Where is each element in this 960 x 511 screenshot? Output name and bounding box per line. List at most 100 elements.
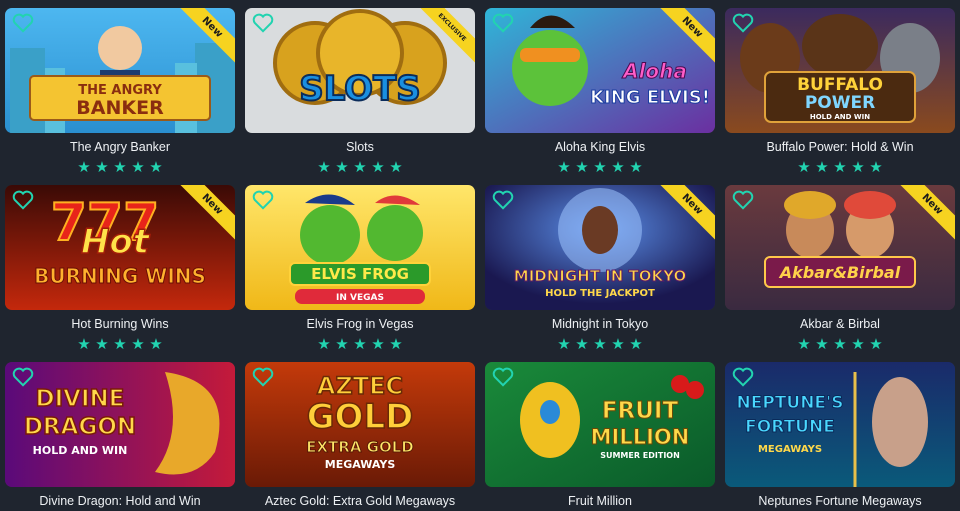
game-card[interactable]: MIDNIGHT IN TOKYO HOLD THE JACKPOT New M… bbox=[485, 185, 715, 353]
game-card[interactable]: Akbar&Birbal New Akbar & Birbal ★ ★ ★ ★ ★ bbox=[725, 185, 955, 353]
game-title[interactable]: Hot Burning Wins bbox=[5, 316, 235, 332]
star-icon: ★ bbox=[815, 336, 829, 353]
art-line1: BUFFALO bbox=[797, 75, 883, 95]
game-title[interactable]: Elvis Frog in Vegas bbox=[245, 316, 475, 332]
game-title[interactable]: Fruit Million bbox=[485, 493, 715, 509]
heart-outline-icon[interactable] bbox=[732, 190, 754, 210]
game-card[interactable]: 777 Hot BURNING WINS New Hot Burning Win… bbox=[5, 185, 235, 353]
game-title[interactable]: The Angry Banker bbox=[5, 139, 235, 155]
star-icon: ★ bbox=[797, 336, 811, 353]
star-icon: ★ bbox=[575, 159, 589, 176]
heart-outline-icon[interactable] bbox=[252, 367, 274, 387]
heart-outline-icon[interactable] bbox=[492, 13, 514, 33]
heart-outline-icon[interactable] bbox=[732, 367, 754, 387]
game-title[interactable]: Divine Dragon: Hold and Win bbox=[5, 493, 235, 509]
art-line1: SLOTS bbox=[299, 69, 421, 109]
game-card[interactable]: AZTEC GOLD EXTRA GOLD MEGAWAYS Aztec Gol… bbox=[245, 362, 475, 509]
star-icon: ★ bbox=[131, 159, 145, 176]
game-thumbnail[interactable]: MIDNIGHT IN TOKYO HOLD THE JACKPOT New bbox=[485, 185, 715, 310]
game-thumbnail[interactable]: ELVIS FROG IN VEGAS bbox=[245, 185, 475, 310]
game-art: NEPTUNE'S FORTUNE MEGAWAYS bbox=[725, 362, 955, 487]
art-line2: HOLD THE JACKPOT bbox=[545, 288, 655, 299]
star-icon: ★ bbox=[371, 159, 385, 176]
star-icon: ★ bbox=[149, 336, 163, 353]
game-thumbnail[interactable]: DIVINE DRAGON HOLD AND WIN bbox=[5, 362, 235, 487]
star-icon: ★ bbox=[611, 159, 625, 176]
heart-outline-icon[interactable] bbox=[12, 190, 34, 210]
star-icon: ★ bbox=[95, 159, 109, 176]
game-title[interactable]: Neptunes Fortune Megaways bbox=[725, 493, 955, 509]
art-line1: Akbar&Birbal bbox=[778, 263, 901, 282]
rating-stars: ★ ★ ★ ★ ★ bbox=[485, 337, 715, 353]
game-thumbnail[interactable]: AZTEC GOLD EXTRA GOLD MEGAWAYS bbox=[245, 362, 475, 487]
star-icon: ★ bbox=[335, 336, 349, 353]
art-line2: DRAGON bbox=[24, 414, 136, 440]
art-line2: BANKER bbox=[76, 97, 164, 119]
star-icon: ★ bbox=[869, 336, 883, 353]
game-thumbnail[interactable]: BUFFALO POWER HOLD AND WIN bbox=[725, 8, 955, 133]
art-line1: NEPTUNE'S bbox=[737, 393, 844, 413]
game-title[interactable]: Midnight in Tokyo bbox=[485, 316, 715, 332]
art-line3: SUMMER EDITION bbox=[600, 451, 680, 460]
game-thumbnail[interactable]: SLOTS EXCLUSIVE bbox=[245, 8, 475, 133]
star-icon: ★ bbox=[335, 159, 349, 176]
new-badge: New bbox=[173, 185, 235, 247]
game-card[interactable]: SLOTS EXCLUSIVE Slots ★ ★ ★ ★ ★ bbox=[245, 8, 475, 176]
art-line3: MEGAWAYS bbox=[758, 444, 822, 455]
heart-outline-icon[interactable] bbox=[492, 190, 514, 210]
game-grid: THE ANGRY BANKER New The Angry Banker ★ ★… bbox=[0, 0, 960, 511]
art-line1: AZTEC bbox=[317, 372, 403, 400]
star-icon: ★ bbox=[629, 336, 643, 353]
star-icon: ★ bbox=[149, 159, 163, 176]
game-thumbnail[interactable]: 777 Hot BURNING WINS New bbox=[5, 185, 235, 310]
heart-outline-icon[interactable] bbox=[732, 13, 754, 33]
game-title[interactable]: Slots bbox=[245, 139, 475, 155]
new-badge: New bbox=[893, 185, 955, 247]
star-icon: ★ bbox=[317, 336, 331, 353]
star-icon: ★ bbox=[113, 336, 127, 353]
star-icon: ★ bbox=[389, 336, 403, 353]
game-card[interactable]: THE ANGRY BANKER New The Angry Banker ★ ★… bbox=[5, 8, 235, 176]
new-badge: New bbox=[653, 185, 715, 247]
game-thumbnail[interactable]: Akbar&Birbal New bbox=[725, 185, 955, 310]
game-thumbnail[interactable]: Aloha KING ELVIS! New bbox=[485, 8, 715, 133]
game-thumbnail[interactable]: NEPTUNE'S FORTUNE MEGAWAYS bbox=[725, 362, 955, 487]
game-art: FRUIT MILLION SUMMER EDITION bbox=[485, 362, 715, 487]
game-title[interactable]: Aloha King Elvis bbox=[485, 139, 715, 155]
game-art: DIVINE DRAGON HOLD AND WIN bbox=[5, 362, 235, 487]
rating-stars: ★ ★ ★ ★ ★ bbox=[245, 160, 475, 176]
heart-outline-icon[interactable] bbox=[12, 367, 34, 387]
star-icon: ★ bbox=[95, 336, 109, 353]
game-art: AZTEC GOLD EXTRA GOLD MEGAWAYS bbox=[245, 362, 475, 487]
rating-stars: ★ ★ ★ ★ ★ bbox=[5, 160, 235, 176]
game-card[interactable]: Aloha KING ELVIS! New Aloha King Elvis ★… bbox=[485, 8, 715, 176]
heart-outline-icon[interactable] bbox=[252, 13, 274, 33]
game-title[interactable]: Aztec Gold: Extra Gold Megaways bbox=[245, 493, 475, 509]
star-icon: ★ bbox=[557, 159, 571, 176]
star-icon: ★ bbox=[629, 159, 643, 176]
heart-outline-icon[interactable] bbox=[492, 367, 514, 387]
game-card[interactable]: BUFFALO POWER HOLD AND WIN Buffalo Power… bbox=[725, 8, 955, 176]
rating-stars: ★ ★ ★ ★ ★ bbox=[245, 337, 475, 353]
heart-outline-icon[interactable] bbox=[12, 13, 34, 33]
game-card[interactable]: ELVIS FROG IN VEGAS Elvis Frog in Vegas … bbox=[245, 185, 475, 353]
star-icon: ★ bbox=[131, 336, 145, 353]
game-title[interactable]: Akbar & Birbal bbox=[725, 316, 955, 332]
star-icon: ★ bbox=[557, 336, 571, 353]
star-icon: ★ bbox=[77, 159, 91, 176]
game-title[interactable]: Buffalo Power: Hold & Win bbox=[725, 139, 955, 155]
star-icon: ★ bbox=[575, 336, 589, 353]
game-thumbnail[interactable]: FRUIT MILLION SUMMER EDITION bbox=[485, 362, 715, 487]
game-card[interactable]: DIVINE DRAGON HOLD AND WIN Divine Dragon… bbox=[5, 362, 235, 509]
star-icon: ★ bbox=[353, 336, 367, 353]
game-card[interactable]: FRUIT MILLION SUMMER EDITION Fruit Milli… bbox=[485, 362, 715, 509]
game-card[interactable]: NEPTUNE'S FORTUNE MEGAWAYS Neptunes Fort… bbox=[725, 362, 955, 509]
art-line3: BURNING WINS bbox=[34, 264, 206, 288]
art-line2: KING ELVIS! bbox=[590, 87, 710, 108]
game-thumbnail[interactable]: THE ANGRY BANKER New bbox=[5, 8, 235, 133]
game-art: ELVIS FROG IN VEGAS bbox=[245, 185, 475, 310]
new-badge: New bbox=[173, 8, 235, 70]
heart-outline-icon[interactable] bbox=[252, 190, 274, 210]
art-line1: THE ANGRY bbox=[78, 83, 162, 98]
art-line1: DIVINE bbox=[36, 386, 125, 412]
